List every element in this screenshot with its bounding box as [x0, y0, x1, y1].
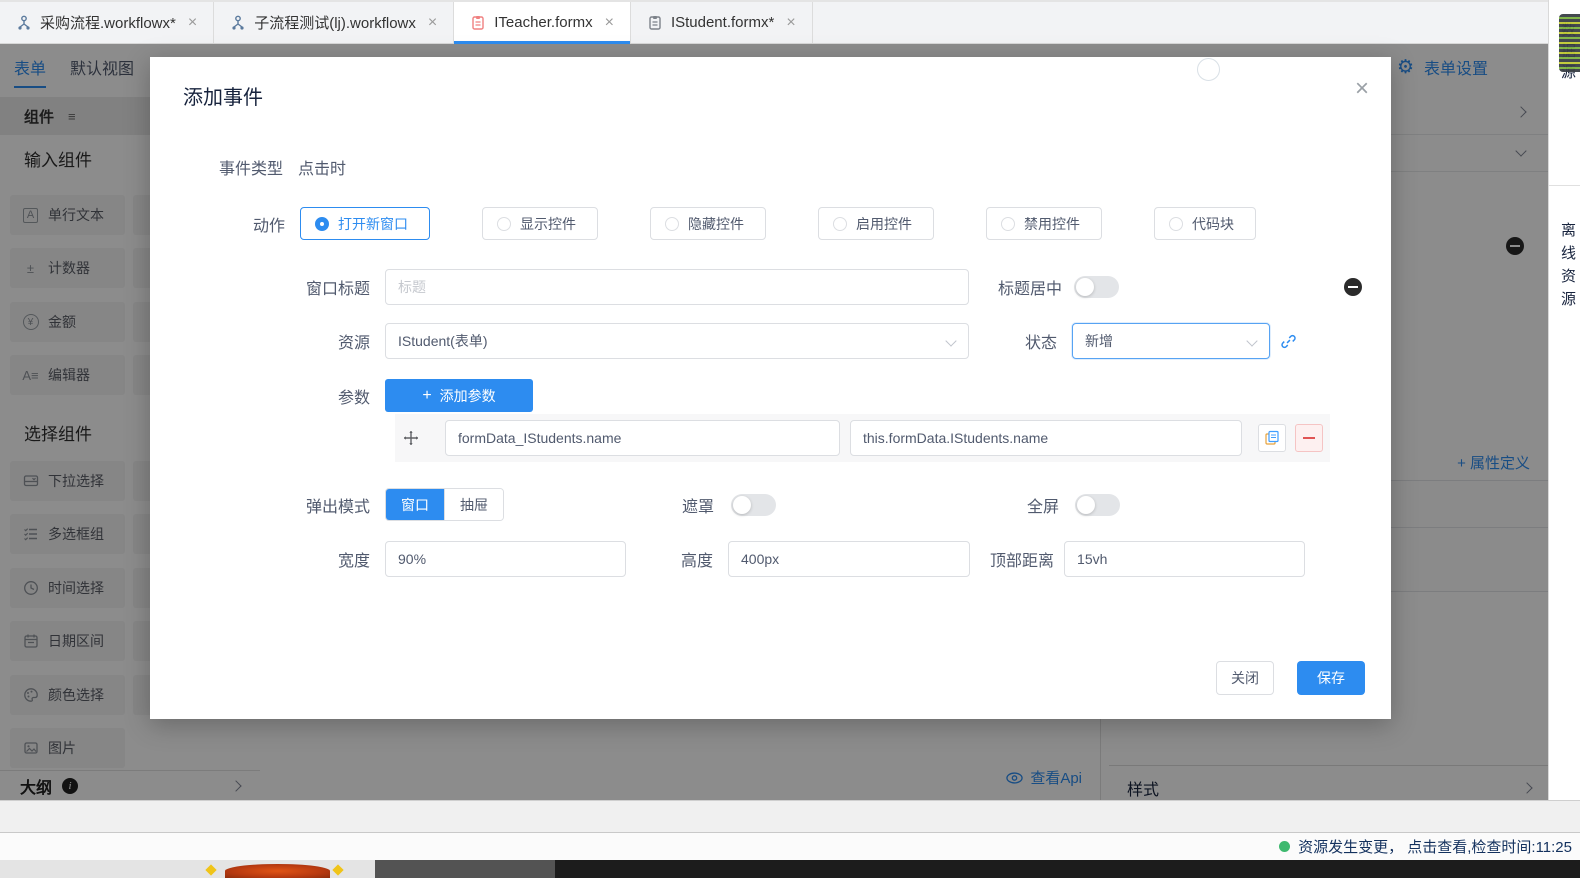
popup-mode-segmented: 窗口 抽屉 [385, 488, 504, 521]
action-radio-code-block[interactable]: 代码块 [1154, 207, 1256, 240]
tab-label: 采购流程.workflowx* [40, 12, 176, 33]
tab-workflow-2[interactable]: 子流程测试(lj).workflowx × [214, 2, 454, 43]
param-name-input[interactable] [445, 420, 840, 456]
tab-label: 子流程测试(lj).workflowx [254, 12, 416, 33]
popup-mode-window-option[interactable]: 窗口 [386, 489, 444, 520]
tab-workflow-1[interactable]: 采购流程.workflowx* × [0, 2, 214, 43]
remove-param-button[interactable] [1295, 424, 1323, 452]
resource-select[interactable] [385, 323, 969, 359]
fullscreen-label: 全屏 [1027, 493, 1059, 517]
close-icon[interactable]: × [786, 14, 795, 32]
param-value-input[interactable] [850, 420, 1242, 456]
window-title-input[interactable] [385, 269, 969, 305]
status-bar: 资源发生变更， 点击查看,检查时间:11:25 [0, 832, 1580, 860]
status-select[interactable] [1072, 323, 1270, 359]
ghost-avatar-icon [1197, 58, 1220, 81]
title-center-label: 标题居中 [998, 275, 1062, 299]
action-radio-enable-control[interactable]: 启用控件 [818, 207, 934, 240]
offline-resource-dock-button[interactable]: 离线资源 [1556, 222, 1578, 314]
action-label: 动作 [150, 212, 285, 236]
fullscreen-toggle[interactable] [1075, 494, 1120, 516]
close-icon[interactable]: × [428, 14, 437, 32]
plus-icon: + [422, 387, 431, 405]
taskbar-logo [225, 864, 330, 878]
tab-label: ITeacher.formx [494, 14, 592, 31]
top-distance-input[interactable] [1064, 541, 1305, 577]
close-icon[interactable]: × [1355, 77, 1369, 101]
green-status-dot [1279, 841, 1290, 852]
height-input[interactable] [728, 541, 970, 577]
width-input[interactable] [385, 541, 626, 577]
mask-toggle[interactable] [731, 494, 776, 516]
resource-label: 资源 [150, 329, 370, 353]
minimap-thumbnail [1559, 14, 1580, 72]
popup-mode-drawer-option[interactable]: 抽屉 [444, 489, 503, 520]
remove-event-icon[interactable] [1344, 278, 1362, 296]
height-label: 高度 [681, 547, 713, 571]
mask-label: 遮罩 [682, 493, 714, 517]
os-taskbar [0, 860, 1580, 878]
popup-mode-label: 弹出模式 [150, 493, 370, 517]
action-radio-show-control[interactable]: 显示控件 [482, 207, 598, 240]
copy-icon[interactable] [1258, 424, 1286, 452]
close-icon[interactable]: × [188, 14, 197, 32]
top-distance-label: 顶部距离 [990, 547, 1054, 571]
file-tab-bar: 采购流程.workflowx* × 子流程测试(lj).workflowx × … [0, 0, 1580, 44]
close-button[interactable]: 关闭 [1216, 661, 1274, 695]
tab-label: IStudent.formx* [671, 14, 774, 31]
radio-icon [1169, 217, 1183, 231]
action-radio-open-new-window[interactable]: 打开新窗口 [300, 207, 430, 240]
add-param-button[interactable]: + 添加参数 [385, 379, 533, 412]
save-button[interactable]: 保存 [1297, 661, 1365, 695]
action-radio-disable-control[interactable]: 禁用控件 [986, 207, 1102, 240]
action-radio-hide-control[interactable]: 隐藏控件 [650, 207, 766, 240]
param-row [395, 414, 1330, 462]
status-label: 状态 [1025, 329, 1057, 353]
app-window: 采购流程.workflowx* × 子流程测试(lj).workflowx × … [0, 0, 1580, 878]
window-title-label: 窗口标题 [150, 275, 370, 299]
radio-icon [315, 217, 329, 231]
event-type-value: 点击时 [298, 155, 346, 179]
width-label: 宽度 [150, 547, 370, 571]
radio-icon [1001, 217, 1015, 231]
radio-icon [497, 217, 511, 231]
param-label: 参数 [150, 384, 370, 408]
add-event-dialog: 添加事件 × 事件类型 点击时 动作 打开新窗口 显示控件 隐藏控件 [150, 57, 1391, 719]
radio-icon [665, 217, 679, 231]
form-icon [647, 15, 663, 31]
link-icon[interactable] [1280, 333, 1297, 350]
tab-iteacher-formx[interactable]: ITeacher.formx × [454, 2, 631, 43]
close-icon[interactable]: × [605, 14, 614, 32]
event-type-label: 事件类型 [150, 155, 283, 179]
workflow-icon [230, 15, 246, 31]
tab-istudent-formx[interactable]: IStudent.formx* × [631, 2, 813, 43]
right-dock-strip: 数据源 离线资源 [1548, 0, 1580, 800]
status-message[interactable]: 资源发生变更， 点击查看,检查时间:11:25 [1298, 836, 1572, 857]
bottom-spacer-bar [0, 800, 1580, 832]
dialog-title: 添加事件 [183, 81, 263, 110]
workflow-icon [16, 15, 32, 31]
radio-icon [833, 217, 847, 231]
drag-handle-icon[interactable] [403, 430, 419, 446]
form-icon [470, 15, 486, 31]
title-center-toggle[interactable] [1074, 276, 1119, 298]
